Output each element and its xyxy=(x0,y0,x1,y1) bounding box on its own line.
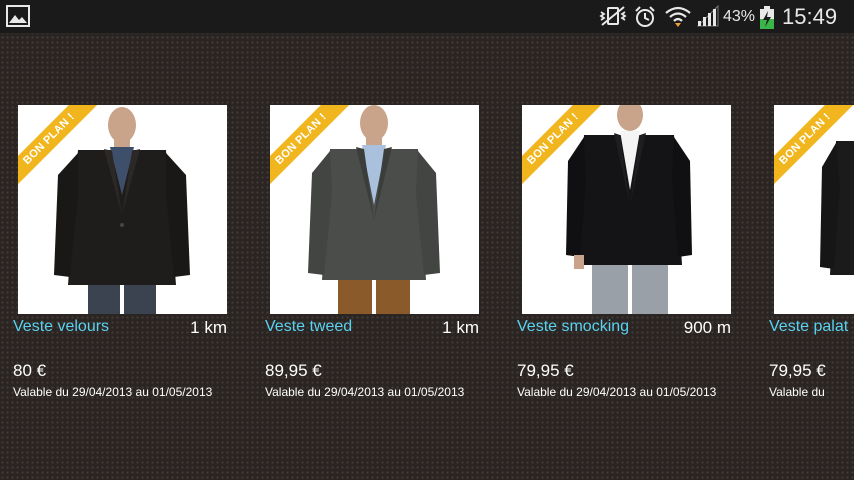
battery-percent: 43% xyxy=(723,8,756,25)
offer-validity: Valable du 29/04/2013 au 01/05/2013 xyxy=(13,385,213,399)
product-image[interactable]: BON PLAN ! xyxy=(522,105,731,314)
deal-badge: BON PLAN ! xyxy=(522,105,607,193)
product-image[interactable]: BON PLAN ! xyxy=(270,105,479,314)
offer-price: 79,95 € xyxy=(517,361,574,380)
offer-distance: 1 km xyxy=(190,318,227,337)
offer-price: 89,95 € xyxy=(265,361,322,380)
offer-card[interactable]: BON PLAN ! Veste smocking 900 m 79,95 € … xyxy=(517,105,757,405)
deal-ribbon: BON PLAN ! xyxy=(774,105,854,195)
alarm-icon xyxy=(635,6,655,27)
offer-price: 80 € xyxy=(13,361,47,380)
clock: 15:49 xyxy=(782,4,838,29)
offer-validity: Valable du 29/04/2013 au 01/05/2013 xyxy=(517,385,717,399)
offer-title[interactable]: Veste palat xyxy=(769,318,848,336)
offer-validity: Valable du 29/04/2013 au 01/05/2013 xyxy=(265,385,465,399)
deal-ribbon: BON PLAN ! xyxy=(522,105,612,195)
offer-card[interactable]: BON PLAN ! Veste velours 1 km 80 € Valab… xyxy=(13,105,253,405)
offer-validity: Valable du xyxy=(769,385,825,399)
offer-title[interactable]: Veste tweed xyxy=(265,318,352,336)
product-image[interactable]: BON PLAN ! xyxy=(774,105,854,314)
offer-card[interactable]: BON PLAN ! Veste tweed 1 km 89,95 € Vala… xyxy=(265,105,505,405)
deal-badge: BON PLAN ! xyxy=(18,105,103,193)
deal-badge: BON PLAN ! xyxy=(270,105,355,193)
wifi-icon xyxy=(665,6,691,27)
battery-charging-icon xyxy=(760,6,774,29)
deal-ribbon: BON PLAN ! xyxy=(18,105,108,195)
offer-distance: 900 m xyxy=(683,318,731,337)
image-icon[interactable] xyxy=(6,5,30,27)
vibrate-mute-icon xyxy=(599,6,627,26)
offers-carousel[interactable]: BON PLAN ! Veste velours 1 km 80 € Valab… xyxy=(0,33,854,480)
deal-ribbon: BON PLAN ! xyxy=(270,105,360,195)
offer-title[interactable]: Veste smocking xyxy=(517,318,629,336)
offer-card[interactable]: BON PLAN ! Veste palat 79,95 € Valable d… xyxy=(769,105,854,405)
offer-distance: 1 km xyxy=(442,318,479,337)
offer-title[interactable]: Veste velours xyxy=(13,318,109,336)
status-bar: 43% 15:49 xyxy=(0,0,854,33)
signal-icon xyxy=(696,5,719,27)
deal-badge: BON PLAN ! xyxy=(774,105,854,193)
offer-price: 79,95 € xyxy=(769,361,826,380)
product-image[interactable]: BON PLAN ! xyxy=(18,105,227,314)
